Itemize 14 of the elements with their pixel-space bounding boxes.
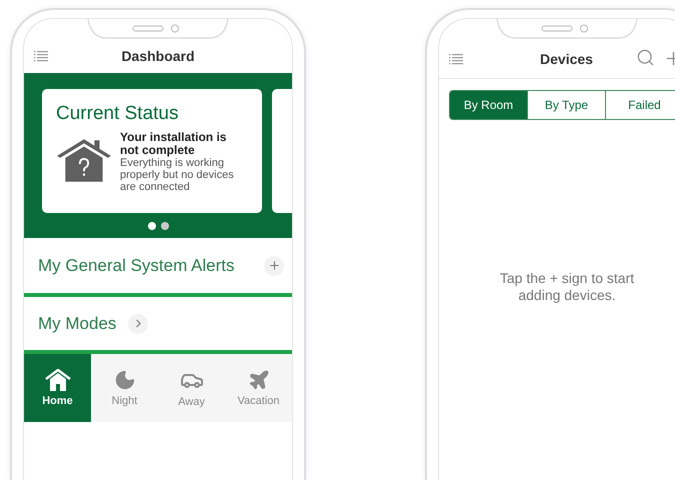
card-title: Current Status bbox=[56, 103, 180, 125]
section-title: My General System Alerts bbox=[38, 256, 235, 276]
mode-tab[interactable]: Night bbox=[91, 354, 158, 422]
screen-title: Dashboard bbox=[121, 48, 195, 64]
screen-title: Devices bbox=[540, 50, 593, 66]
mode-tab[interactable]: Vacation bbox=[225, 354, 292, 422]
section-title: My Modes bbox=[38, 314, 116, 334]
mode-tab[interactable]: Away bbox=[158, 354, 225, 422]
section-row[interactable]: My General System Alerts bbox=[24, 238, 292, 297]
mode-tab[interactable]: Home bbox=[24, 354, 91, 422]
empty-message: Tap the + sign to start adding devices. bbox=[498, 270, 636, 304]
filter-tab[interactable]: By Room bbox=[450, 91, 527, 119]
status-headline: Your installation is not complete bbox=[120, 131, 228, 157]
status-message: Everything is working properly but no devices are connected bbox=[120, 157, 235, 193]
